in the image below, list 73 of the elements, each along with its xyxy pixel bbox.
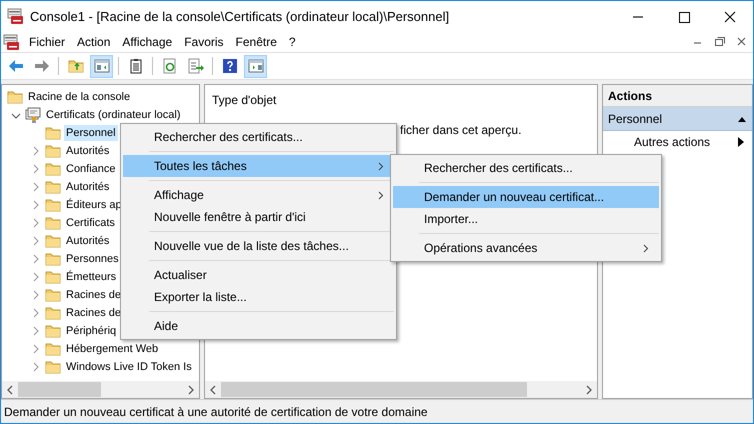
chevron-right-icon	[378, 162, 384, 170]
empty-message: ficher dans cet aperçu.	[400, 122, 522, 139]
help-icon	[222, 58, 238, 74]
window-title: Console1 - [Racine de la console\Certificats (ordinateur local)\Personnel]	[30, 8, 450, 26]
menu-item[interactable]: Nouvelle fenêtre à partir d'ici	[123, 206, 394, 228]
menu-item[interactable]: ?	[284, 33, 300, 51]
folder-icon	[45, 125, 61, 141]
triangle-right-icon	[738, 137, 744, 147]
folder-icon	[45, 305, 61, 321]
folder-icon	[45, 233, 61, 249]
export-icon	[188, 58, 204, 74]
folder-icon	[45, 197, 61, 213]
tree-item[interactable]: Personnel	[64, 124, 118, 142]
menu-item[interactable]: Actualiser	[123, 264, 394, 286]
menu-item[interactable]: Rechercher des certificats...	[393, 157, 659, 179]
menu-item[interactable]: Affichage	[123, 184, 394, 206]
folder-icon	[45, 359, 61, 375]
app-icon	[7, 8, 24, 25]
menu-item[interactable]: Nouvelle vue de la liste des tâches...	[123, 235, 394, 257]
chevron-right-icon	[643, 244, 649, 252]
horizontal-scrollbar[interactable]	[205, 381, 597, 398]
folder-icon	[45, 215, 61, 231]
clipboard-icon	[128, 58, 144, 74]
folder-icon	[45, 341, 61, 357]
menu-item[interactable]: Fenêtre	[232, 33, 281, 51]
folder-icon	[45, 179, 61, 195]
tree-item[interactable]: Personnes	[64, 250, 121, 268]
menu-item[interactable]: Opérations avancées	[393, 237, 659, 259]
folder-icon	[45, 287, 61, 303]
tree-item[interactable]: Autorités	[64, 178, 112, 196]
menu-item[interactable]: Demander un nouveau certificat...	[393, 186, 659, 208]
tree-item[interactable]: Racines de	[64, 286, 124, 304]
app-icon	[3, 34, 20, 50]
tree-item[interactable]: Certificats (ordinateur local)	[44, 106, 182, 124]
tree-item[interactable]: Certificats	[64, 214, 117, 232]
menu-item[interactable]: Fichier	[25, 33, 70, 51]
forward-arrow-icon	[34, 58, 50, 74]
action-item[interactable]: Autres actions	[603, 131, 752, 153]
tree-item[interactable]: Racine de la console	[26, 88, 132, 106]
section-header[interactable]: Personnel	[603, 107, 752, 131]
pane-icon	[94, 58, 110, 74]
menu-item[interactable]: Rechercher des certificats...	[123, 126, 394, 148]
back-arrow-icon	[8, 58, 24, 74]
tree-item[interactable]: Windows Live ID Token Is	[64, 358, 194, 376]
collapse-arrow-icon	[737, 114, 747, 122]
status-text: Demander un nouveau certificat à une autorité de certification de votre domaine	[4, 404, 428, 420]
menu-item[interactable]: Exporter la liste...	[123, 286, 394, 308]
tree-item[interactable]: Périphériq	[64, 322, 118, 340]
folder-icon	[45, 143, 61, 159]
folder-up-icon	[68, 58, 84, 74]
menu-item[interactable]: Favoris	[180, 33, 228, 51]
folder-icon	[45, 323, 61, 339]
folder-icon	[45, 269, 61, 285]
chevron-right-icon	[378, 190, 384, 200]
tree-item[interactable]: Émetteurs	[64, 268, 118, 286]
tree-item[interactable]: Autorités	[64, 232, 112, 250]
refresh-icon	[162, 58, 178, 74]
tree-item[interactable]: Autorités	[64, 142, 112, 160]
pane-header: Actions	[603, 85, 752, 107]
menu-item[interactable]: Action	[73, 33, 114, 51]
certificate-icon	[25, 107, 41, 123]
menu-item[interactable]: Affichage	[118, 33, 176, 51]
menu-item[interactable]: Aide	[123, 315, 394, 337]
menu-item[interactable]: Importer...	[393, 208, 659, 230]
folder-icon	[7, 89, 23, 105]
column-header[interactable]: Type d'objet	[212, 91, 276, 109]
horizontal-scrollbar[interactable]	[2, 381, 199, 398]
tree-item[interactable]: Racines de	[64, 304, 124, 322]
folder-icon	[45, 251, 61, 267]
folder-icon	[45, 161, 61, 177]
tree-item[interactable]: Hébergement Web	[64, 340, 160, 358]
tree-item[interactable]: Confiance	[64, 160, 118, 178]
pane-icon	[248, 58, 264, 74]
